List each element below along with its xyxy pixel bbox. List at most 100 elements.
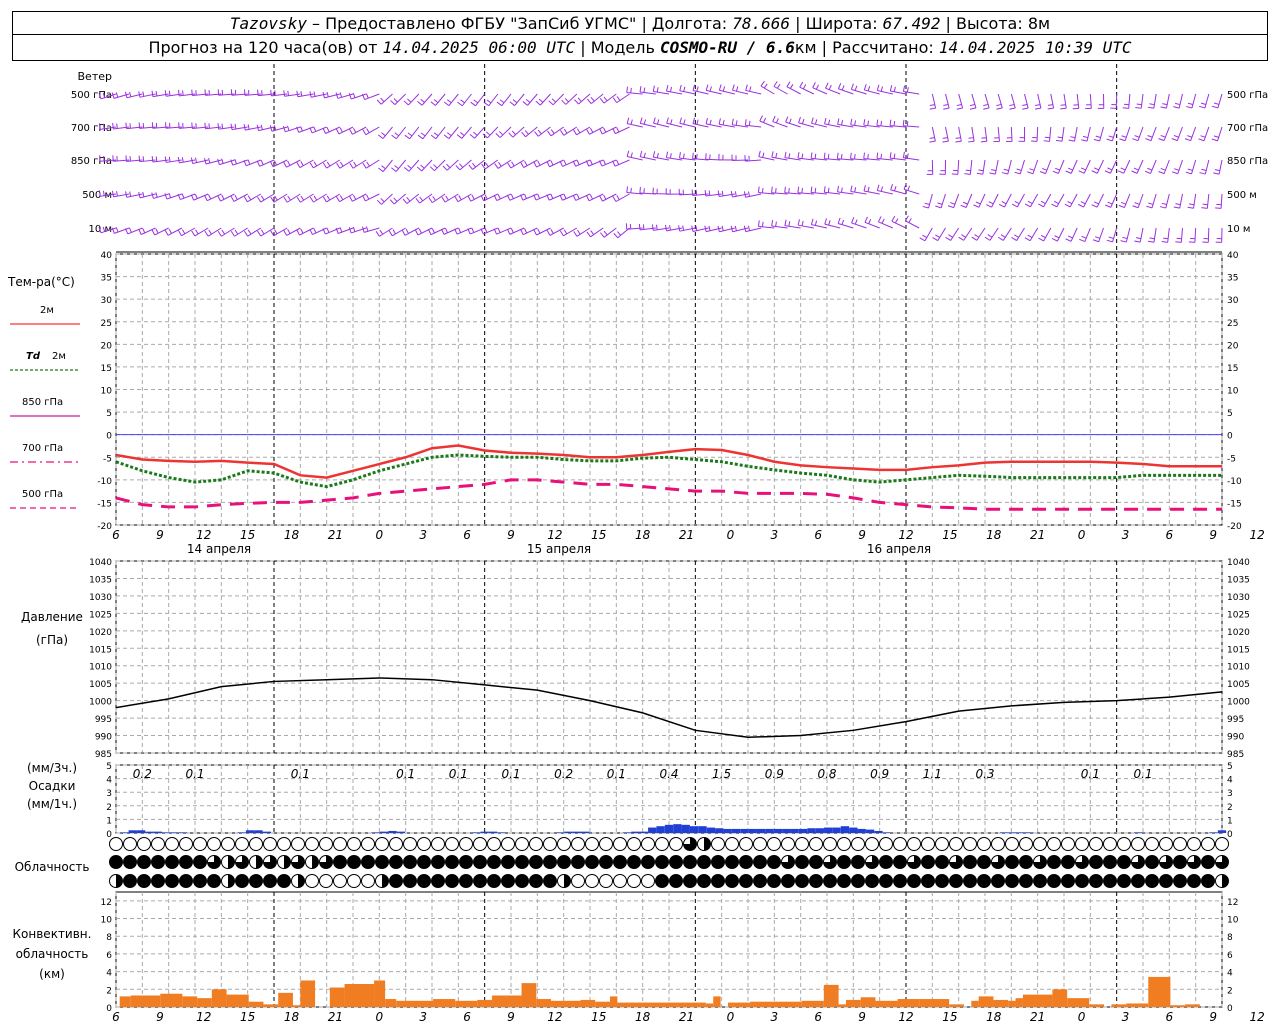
wind-barb-feather bbox=[613, 232, 619, 239]
wind-barb bbox=[1204, 93, 1210, 109]
temp-legend-label: 850 гПа bbox=[22, 397, 63, 408]
cloud-cover-symbol bbox=[823, 874, 837, 888]
wind-barb-feather bbox=[388, 230, 393, 237]
cloud-cover-symbol bbox=[1159, 874, 1173, 888]
temp-ytick-left: -15 bbox=[97, 499, 112, 509]
wind-barb-feather bbox=[814, 119, 818, 125]
wind-barb bbox=[1016, 193, 1025, 208]
wind-barb-feather bbox=[1105, 204, 1111, 208]
wind-barb-feather bbox=[721, 190, 724, 196]
pressure-ytick-right: 1015 bbox=[1227, 645, 1250, 655]
wind-barb-feather bbox=[497, 194, 501, 200]
wind-barb-feather bbox=[854, 219, 858, 225]
wind-barb-feather bbox=[234, 123, 237, 130]
wind-barb-feather bbox=[1120, 240, 1127, 243]
wind-barb bbox=[984, 126, 988, 142]
wind-barb-feather bbox=[534, 131, 539, 137]
wind-barb-feather bbox=[322, 127, 327, 134]
wind-barb-feather bbox=[784, 186, 786, 193]
wind-barb bbox=[1076, 93, 1080, 109]
conv-ytick-left: 12 bbox=[101, 898, 112, 908]
precip-bar bbox=[136, 830, 146, 833]
temp-xtick: 3 bbox=[419, 528, 427, 542]
wind-barb-feather bbox=[430, 101, 436, 106]
wind-barb-feather bbox=[296, 90, 299, 97]
wind-barb bbox=[408, 93, 420, 106]
wind-barb-feather bbox=[664, 224, 667, 231]
conv-xtick: 0 bbox=[1078, 1010, 1086, 1024]
cloud-cover-symbol bbox=[935, 874, 949, 888]
wind-barb-feather bbox=[943, 107, 950, 110]
temp-xtick: 12 bbox=[1249, 528, 1264, 542]
cloud-cover-symbol bbox=[977, 855, 991, 869]
wind-barb-feather bbox=[811, 117, 814, 124]
wind-barb-feather bbox=[138, 191, 141, 198]
wind-barb-feather bbox=[391, 167, 397, 172]
wind-barb-feather bbox=[705, 117, 708, 125]
wind-barb-feather bbox=[243, 230, 249, 237]
precip-bar bbox=[480, 831, 489, 833]
wind-barb-feather bbox=[1092, 239, 1099, 243]
precip-bar bbox=[664, 824, 674, 833]
cloud-cover-symbol bbox=[991, 837, 1005, 851]
wind-barb-feather bbox=[590, 230, 595, 235]
precip-3h-label: 0.1 bbox=[449, 767, 468, 781]
wind-barb-feather bbox=[234, 159, 237, 165]
wind-barb bbox=[1057, 159, 1065, 174]
wind-barb-feather bbox=[775, 187, 777, 194]
cloud-cover-fill bbox=[1222, 874, 1229, 888]
cloud-cover-symbol bbox=[221, 837, 235, 851]
temp-xtick: 6 bbox=[112, 528, 120, 542]
wind-barb-feather bbox=[748, 120, 751, 126]
wind-barb-feather bbox=[256, 160, 261, 167]
conv-bar bbox=[300, 980, 316, 1007]
wind-barb bbox=[937, 227, 946, 241]
cloud-cover-symbol bbox=[291, 837, 305, 851]
cloud-cover-symbol bbox=[641, 837, 655, 851]
precip-3h-label: 0.9 bbox=[870, 767, 889, 781]
cloud-cover-symbol bbox=[893, 837, 907, 851]
cloud-cover-fill bbox=[564, 874, 571, 888]
wind-barb-feather bbox=[922, 234, 928, 239]
wind-barb-feather bbox=[679, 117, 682, 124]
wind-barb-feather bbox=[989, 172, 996, 175]
cloud-cover-symbol bbox=[1089, 855, 1103, 869]
wind-barb-feather bbox=[362, 129, 367, 135]
wind-barb-feather bbox=[177, 230, 182, 236]
wind-barb-feather bbox=[125, 191, 128, 198]
cloud-cover-symbol bbox=[403, 837, 417, 851]
wind-barb bbox=[527, 93, 538, 106]
wind-barb-feather bbox=[208, 229, 212, 235]
wind-barb-feather bbox=[484, 194, 488, 200]
cloud-cover-symbol bbox=[1145, 874, 1159, 888]
wind-barb-feather bbox=[1189, 203, 1195, 206]
wind-barb bbox=[773, 85, 788, 95]
precip-bar bbox=[262, 831, 271, 833]
wind-barb-feather bbox=[709, 119, 712, 125]
wind-barb-feather bbox=[380, 97, 385, 103]
wind-barb-feather bbox=[851, 217, 855, 224]
wind-barb-feather bbox=[630, 119, 633, 125]
precip-3h-label: 0.1 bbox=[1133, 767, 1152, 781]
wind-barb-feather bbox=[181, 229, 186, 235]
precip-bar bbox=[689, 826, 699, 833]
wind-barb-feather bbox=[417, 134, 424, 140]
conv-bar bbox=[705, 1003, 714, 1007]
wind-barb-feather bbox=[393, 197, 398, 202]
wind-barb-feather bbox=[718, 84, 722, 91]
wind-barb bbox=[1098, 227, 1104, 242]
wind-barb-feather bbox=[524, 193, 527, 199]
cloud-cover-symbol bbox=[207, 837, 221, 851]
precip-bar bbox=[128, 830, 137, 833]
cloud-cover-symbol bbox=[151, 874, 165, 888]
wind-barb-feather bbox=[419, 196, 424, 202]
wind-barb-feather bbox=[814, 153, 817, 159]
wind-barb bbox=[488, 93, 499, 107]
wind-barb bbox=[945, 126, 949, 142]
wind-barb-feather bbox=[1149, 237, 1155, 240]
conv-bar bbox=[845, 999, 861, 1007]
conv-bar bbox=[610, 996, 618, 1007]
precip-bar bbox=[379, 831, 389, 833]
cloud-cover-symbol bbox=[109, 837, 123, 851]
wind-barb-feather bbox=[309, 196, 314, 203]
